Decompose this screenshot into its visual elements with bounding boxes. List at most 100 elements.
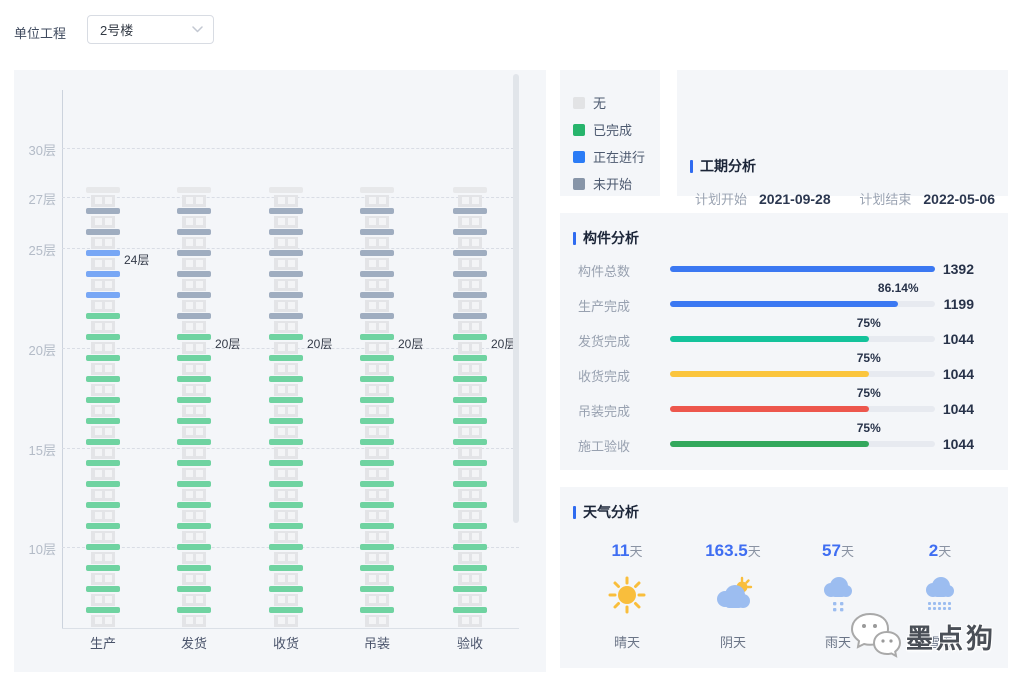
floor-status-cap xyxy=(360,187,394,193)
floor-body xyxy=(365,363,389,375)
floor-window xyxy=(186,575,193,582)
floor-segment xyxy=(86,586,120,607)
snow-label: 雪天 xyxy=(885,632,995,651)
floor-window xyxy=(472,239,479,246)
planned-start-value: 2021-09-28 xyxy=(759,191,831,207)
floor-window xyxy=(462,470,469,477)
floor-window xyxy=(462,512,469,519)
y-axis-tick-label: 20层 xyxy=(14,340,56,359)
floor-status-cap xyxy=(177,481,211,487)
floor-window xyxy=(95,281,102,288)
floor-status-cap xyxy=(453,565,487,571)
floor-segment xyxy=(360,313,394,334)
floor-body xyxy=(182,594,206,606)
floor-window xyxy=(186,470,193,477)
floor-body xyxy=(274,342,298,354)
floor-body xyxy=(365,321,389,333)
floor-segment xyxy=(269,565,303,586)
floor-segment xyxy=(177,250,211,271)
building-column-生产 xyxy=(86,187,120,628)
component-row-label: 吊装完成 xyxy=(578,401,630,420)
floor-segment xyxy=(177,502,211,523)
chart-scrollbar[interactable] xyxy=(513,74,519,523)
floor-segment xyxy=(86,523,120,544)
component-row-value: 1044 xyxy=(938,401,974,417)
floor-body xyxy=(365,216,389,228)
floor-window xyxy=(278,428,285,435)
floor-status-cap xyxy=(453,208,487,214)
floor-window xyxy=(278,554,285,561)
floor-segment xyxy=(269,502,303,523)
floor-window xyxy=(379,617,386,624)
building-status-chart: 30层27层25层20层15层10层 24层20层20层20层20层 生产发货收… xyxy=(14,70,546,672)
component-progress-track xyxy=(670,336,935,342)
floor-window xyxy=(196,554,203,561)
floor-segment xyxy=(86,271,120,292)
floor-status-cap xyxy=(177,271,211,277)
chevron-down-icon xyxy=(192,26,203,33)
floor-body xyxy=(274,510,298,522)
floor-window xyxy=(105,617,112,624)
floor-status-cap xyxy=(86,334,120,340)
y-axis-tick-label: 15层 xyxy=(14,440,56,459)
unit-select[interactable]: 2号楼 xyxy=(87,15,214,44)
components-title: 构件分析 xyxy=(583,228,639,248)
legend-item-not_started[interactable]: 未开始 xyxy=(573,174,632,193)
floor-segment xyxy=(177,313,211,334)
unit-select-value: 2号楼 xyxy=(88,20,192,39)
floor-window xyxy=(379,491,386,498)
floor-body xyxy=(458,531,482,543)
floor-window xyxy=(196,533,203,540)
sunny-label: 晴天 xyxy=(572,632,682,651)
floor-body xyxy=(365,342,389,354)
floor-body xyxy=(91,447,115,459)
floor-segment xyxy=(453,544,487,565)
floor-body xyxy=(274,279,298,291)
floor-window xyxy=(379,512,386,519)
floor-window xyxy=(95,365,102,372)
floor-window xyxy=(472,428,479,435)
floor-status-cap xyxy=(453,229,487,235)
floor-segment xyxy=(453,355,487,376)
floor-segment xyxy=(360,292,394,313)
legend-item-completed[interactable]: 已完成 xyxy=(573,120,632,139)
legend-swatch xyxy=(573,151,585,163)
floor-segment xyxy=(177,334,211,355)
floor-status-cap xyxy=(86,376,120,382)
floor-segment xyxy=(360,397,394,418)
component-percent-label: 75% xyxy=(834,316,904,330)
legend-item-in_progress[interactable]: 正在进行 xyxy=(573,147,645,166)
floor-body xyxy=(274,594,298,606)
floor-segment xyxy=(86,355,120,376)
floor-window xyxy=(379,533,386,540)
legend-item-none[interactable]: 无 xyxy=(573,93,606,112)
floor-window xyxy=(369,491,376,498)
floor-segment xyxy=(269,334,303,355)
floor-body xyxy=(365,447,389,459)
floor-window xyxy=(278,512,285,519)
floor-window xyxy=(196,323,203,330)
floor-status-cap xyxy=(453,586,487,592)
floor-segment xyxy=(86,229,120,250)
weather-panel: 天气分析 11天 晴天 163.5天 xyxy=(560,487,1008,668)
floor-status-cap xyxy=(269,397,303,403)
floor-window xyxy=(278,218,285,225)
floor-body xyxy=(274,300,298,312)
chart-legend: 无已完成正在进行未开始 xyxy=(560,70,660,196)
floor-status-cap xyxy=(269,418,303,424)
floor-status-cap xyxy=(360,544,394,550)
floor-status-cap xyxy=(360,334,394,340)
floor-segment xyxy=(360,523,394,544)
component-percent-label: 75% xyxy=(834,421,904,435)
floor-segment xyxy=(269,313,303,334)
floor-body xyxy=(91,552,115,564)
title-accent-bar xyxy=(573,232,576,245)
floor-body xyxy=(365,237,389,249)
weather-item-overcast: 163.5天 阴天 xyxy=(678,541,788,651)
floor-window xyxy=(196,260,203,267)
floor-status-cap xyxy=(453,250,487,256)
floor-status-cap xyxy=(177,229,211,235)
floor-segment xyxy=(453,397,487,418)
floor-status-cap xyxy=(269,607,303,613)
floor-window xyxy=(462,344,469,351)
